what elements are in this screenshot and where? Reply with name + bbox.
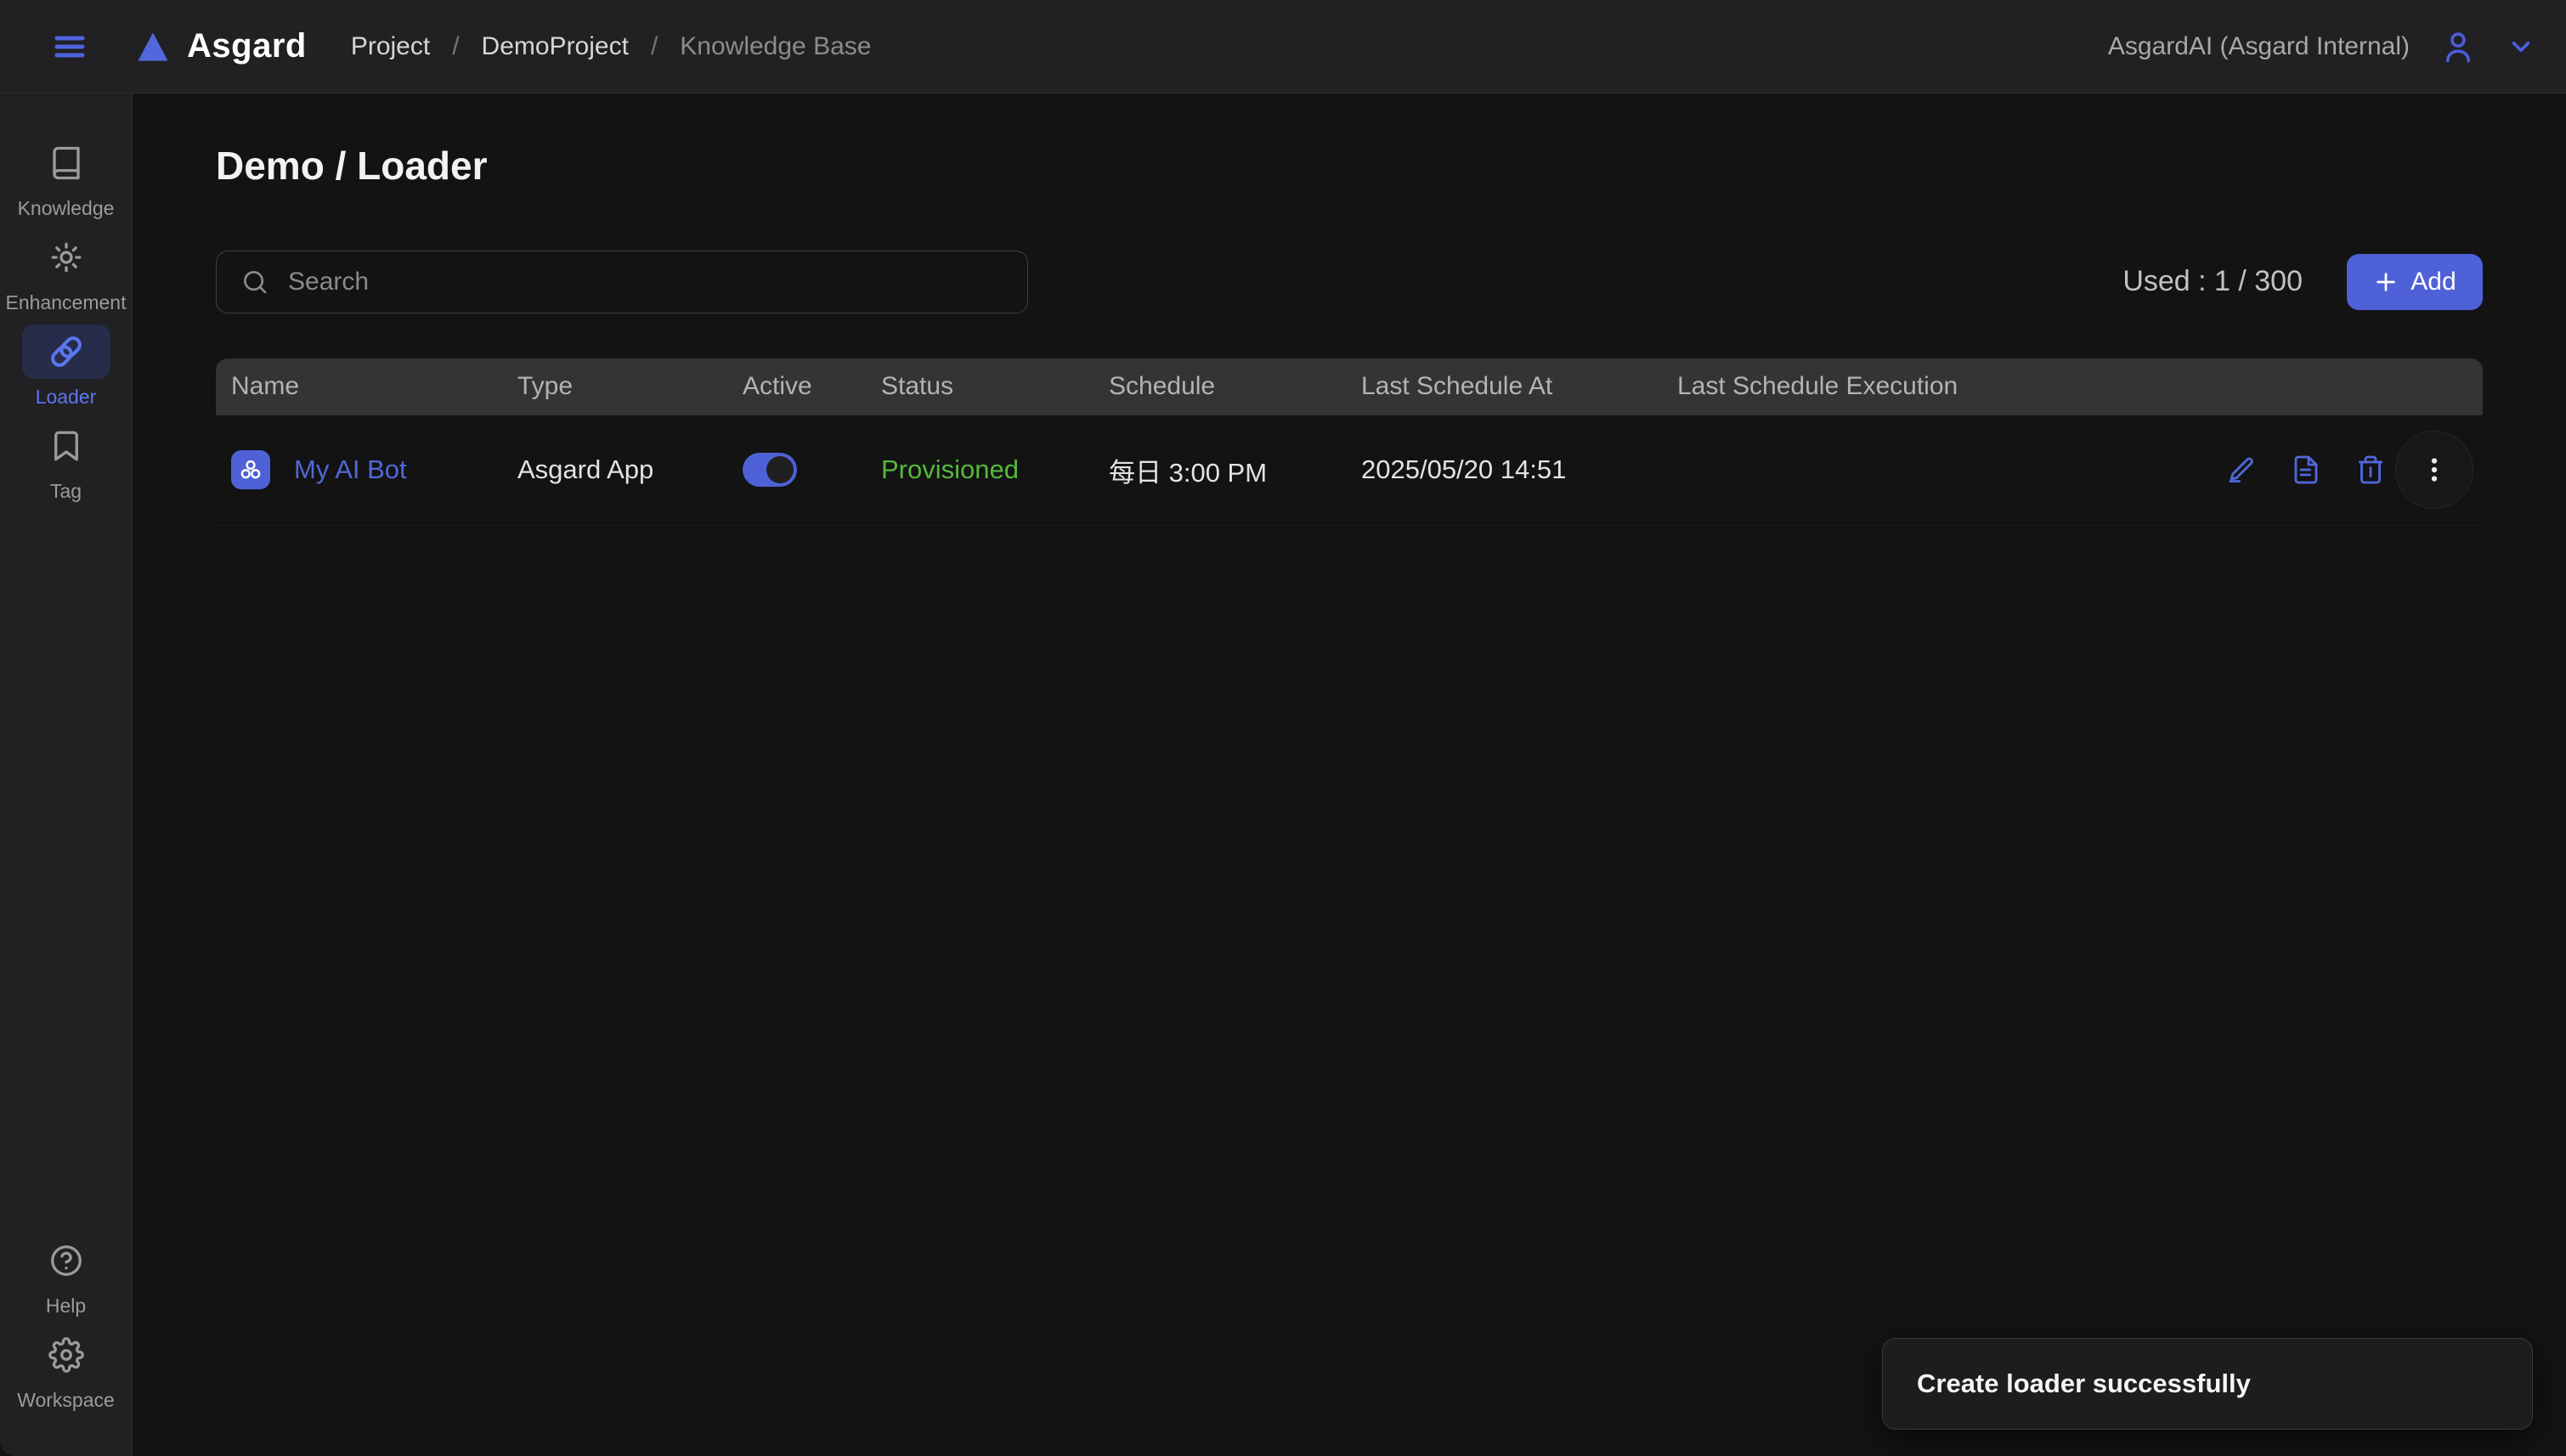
column-header-schedule: Schedule	[1109, 372, 1361, 401]
add-button[interactable]: Add	[2347, 254, 2483, 310]
main-content: Demo / Loader Used : 1 / 300 Add	[133, 93, 2566, 1456]
breadcrumb: Project / DemoProject / Knowledge Base	[351, 32, 872, 61]
sidebar-item-label: Help	[46, 1295, 86, 1318]
user-icon[interactable]	[2440, 29, 2476, 65]
column-header-last-schedule-at: Last Schedule At	[1361, 372, 1677, 401]
account-label: AsgardAI (Asgard Internal)	[2108, 32, 2410, 61]
toast-notification: Create loader successfully	[1882, 1338, 2533, 1430]
breadcrumb-separator: /	[651, 32, 658, 61]
column-header-status: Status	[881, 372, 1109, 401]
gear-icon	[48, 1337, 84, 1373]
sidebar-item-help[interactable]: Help	[22, 1233, 110, 1318]
loader-table: Name Type Active Status Schedule Last Sc…	[216, 358, 2483, 526]
add-button-label: Add	[2411, 268, 2456, 296]
toggle-knob	[766, 456, 794, 483]
brand-title: Asgard	[187, 27, 307, 65]
sidebar-item-label: Loader	[36, 386, 97, 409]
breadcrumb-project[interactable]: Project	[351, 32, 430, 61]
menu-icon[interactable]	[51, 30, 88, 64]
bookmark-icon	[48, 428, 84, 464]
active-toggle[interactable]	[743, 453, 797, 487]
help-circle-icon	[48, 1243, 84, 1278]
chevron-down-icon[interactable]	[2507, 32, 2535, 61]
table-row: My AI Bot Asgard App Provisioned 每日 3:00…	[216, 415, 2483, 526]
breadcrumb-demoproject[interactable]: DemoProject	[482, 32, 629, 61]
app-icon	[231, 450, 270, 489]
sidebar-item-tag[interactable]: Tag	[22, 419, 110, 503]
last-schedule-at-value: 2025/05/20 14:51	[1361, 454, 1677, 485]
column-header-type: Type	[517, 372, 743, 401]
sidebar-item-enhancement[interactable]: Enhancement	[6, 230, 127, 314]
trash-icon[interactable]	[2355, 454, 2386, 485]
book-icon	[48, 145, 84, 181]
search-box[interactable]	[216, 251, 1028, 313]
app-header: Asgard Project / DemoProject / Knowledge…	[0, 0, 2566, 93]
sidebar-item-label: Knowledge	[18, 197, 115, 220]
sidebar-item-label: Tag	[50, 480, 82, 503]
link-icon	[48, 333, 85, 370]
sidebar: Knowledge Enhancement Loa	[0, 93, 133, 1456]
plus-icon	[2373, 269, 2399, 295]
column-header-name: Name	[231, 372, 517, 401]
sidebar-item-knowledge[interactable]: Knowledge	[18, 136, 115, 220]
sun-icon	[48, 240, 84, 275]
edit-icon[interactable]	[2226, 454, 2257, 485]
column-header-active: Active	[743, 372, 881, 401]
logo-triangle-icon	[134, 29, 172, 65]
sidebar-item-loader[interactable]: Loader	[22, 324, 110, 409]
breadcrumb-knowledge-base: Knowledge Base	[680, 32, 871, 61]
loader-name-link[interactable]: My AI Bot	[294, 454, 407, 485]
sidebar-item-workspace[interactable]: Workspace	[17, 1328, 115, 1412]
usage-counter: Used : 1 / 300	[2122, 265, 2303, 298]
schedule-value: 每日 3:00 PM	[1109, 451, 1361, 489]
file-icon[interactable]	[2291, 454, 2321, 485]
page-title: Demo / Loader	[216, 144, 2483, 188]
row-actions	[2034, 454, 2483, 485]
status-badge: Provisioned	[881, 454, 1109, 485]
loader-type: Asgard App	[517, 454, 743, 485]
search-input[interactable]	[288, 268, 1003, 296]
breadcrumb-separator: /	[452, 32, 459, 61]
search-icon	[240, 268, 269, 296]
table-header: Name Type Active Status Schedule Last Sc…	[216, 358, 2483, 415]
toolbar: Used : 1 / 300 Add	[216, 251, 2483, 313]
account-menu[interactable]: AsgardAI (Asgard Internal)	[2108, 29, 2535, 65]
toast-message: Create loader successfully	[1917, 1369, 2251, 1399]
sidebar-item-label: Enhancement	[6, 291, 127, 314]
column-header-last-schedule-execution: Last Schedule Execution	[1677, 372, 2034, 401]
sidebar-item-label: Workspace	[17, 1389, 115, 1412]
more-icon[interactable]	[2420, 455, 2449, 484]
